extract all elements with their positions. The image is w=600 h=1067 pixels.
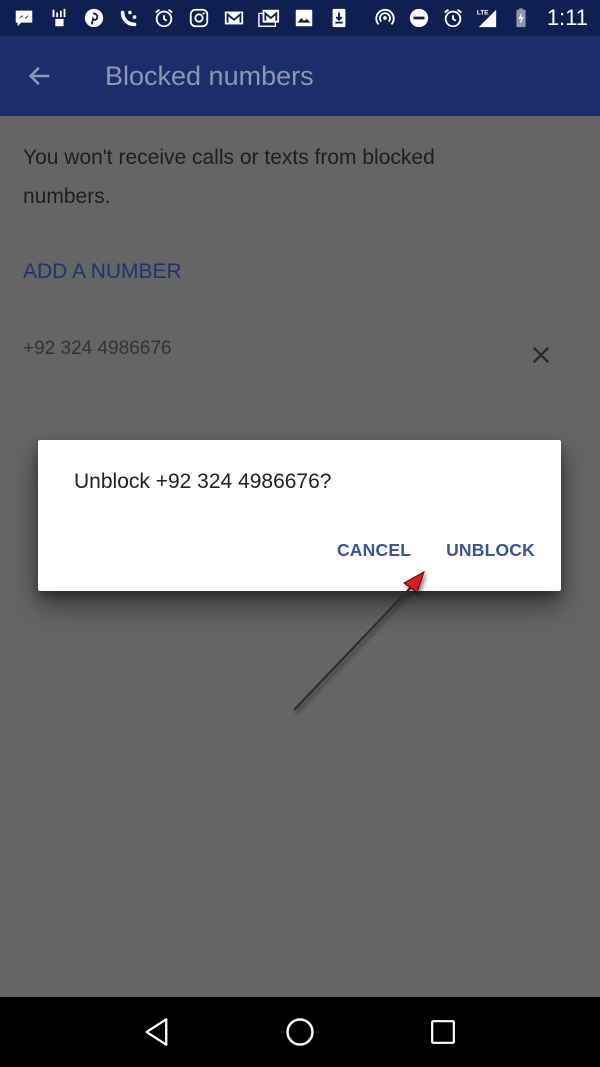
- download-icon: [327, 6, 351, 30]
- clock: 1:11: [546, 5, 588, 30]
- battery-charging-icon: [509, 6, 533, 30]
- nav-home-button[interactable]: [272, 1004, 328, 1060]
- nav-recents-button[interactable]: [415, 1004, 471, 1060]
- messenger-icon: [12, 6, 36, 30]
- viber-icon: [117, 6, 141, 30]
- close-icon: [532, 346, 550, 364]
- unblock-button[interactable]: UNBLOCK: [446, 536, 535, 565]
- recents-square-icon: [431, 1020, 456, 1044]
- nav-back-button[interactable]: [129, 1004, 185, 1060]
- dialog-actions: CANCEL UNBLOCK: [337, 536, 535, 565]
- gmail-stack-icon: [257, 6, 281, 30]
- blocked-number-row: +92 324 4986676: [0, 326, 600, 376]
- page-title: Blocked numbers: [105, 60, 314, 91]
- unblock-dialog: Unblock +92 324 4986676? CANCEL UNBLOCK: [38, 440, 561, 591]
- alarm-icon: [441, 6, 465, 30]
- navigation-bar: [0, 997, 600, 1067]
- remove-number-button[interactable]: [524, 338, 558, 372]
- arrow-back-icon: [28, 66, 50, 86]
- back-button[interactable]: [0, 36, 80, 116]
- dialog-message: Unblock +92 324 4986676?: [74, 470, 332, 493]
- alarm-icon: [152, 6, 176, 30]
- cancel-button[interactable]: CANCEL: [337, 536, 411, 565]
- do-not-disturb-icon: [407, 6, 431, 30]
- instagram-icon: [187, 6, 211, 30]
- notification-icons: [12, 6, 351, 30]
- svg-text:LTE: LTE: [477, 9, 489, 16]
- app-bar: Blocked numbers: [0, 36, 600, 116]
- image-icon: [292, 6, 316, 30]
- hotspot-icon: [373, 6, 397, 30]
- description-text: You won't receive calls or texts from bl…: [23, 146, 435, 208]
- status-bar: LTE 1:11: [0, 0, 600, 36]
- pinterest-icon: [82, 6, 106, 30]
- screen: LTE 1:11 Blocked numbers You won't recei…: [0, 0, 600, 1067]
- system-icons: LTE 1:11: [373, 5, 588, 31]
- gmail-icon: [222, 6, 246, 30]
- add-number-button[interactable]: ADD A NUMBER: [23, 260, 182, 284]
- home-circle-icon: [286, 1018, 314, 1046]
- signal-bars-app-icon: [47, 6, 71, 30]
- lte-signal-icon: LTE: [475, 6, 499, 30]
- blocked-number: +92 324 4986676: [23, 338, 172, 359]
- back-triangle-icon: [145, 1018, 168, 1046]
